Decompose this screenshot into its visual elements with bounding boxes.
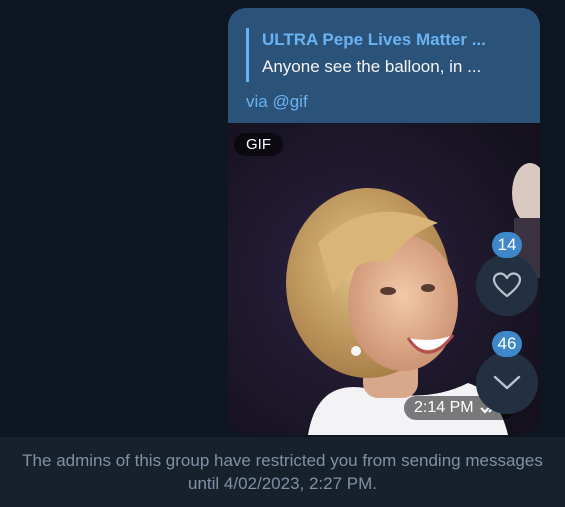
reply-preview[interactable]: ULTRA Pepe Lives Matter ... Anyone see t… xyxy=(246,28,526,82)
reaction-like-button[interactable] xyxy=(476,254,538,316)
via-bot-link[interactable]: via @gif xyxy=(246,92,308,112)
restriction-footer: The admins of this group have restricted… xyxy=(0,437,565,507)
reply-text: Anyone see the balloon, in ... xyxy=(262,57,482,76)
message-time: 2:14 PM xyxy=(414,399,474,416)
unread-count-badge: 46 xyxy=(492,331,522,357)
heart-icon xyxy=(492,272,522,298)
scroll-down-button[interactable] xyxy=(476,352,538,414)
restriction-notice: The admins of this group have restricted… xyxy=(22,451,543,493)
like-count-badge: 14 xyxy=(492,232,522,258)
gif-badge: GIF xyxy=(234,133,283,156)
chat-area: ULTRA Pepe Lives Matter ... Anyone see t… xyxy=(0,0,565,437)
chevron-down-icon xyxy=(493,375,521,390)
reply-author: ULTRA Pepe Lives Matter ... xyxy=(262,30,486,49)
